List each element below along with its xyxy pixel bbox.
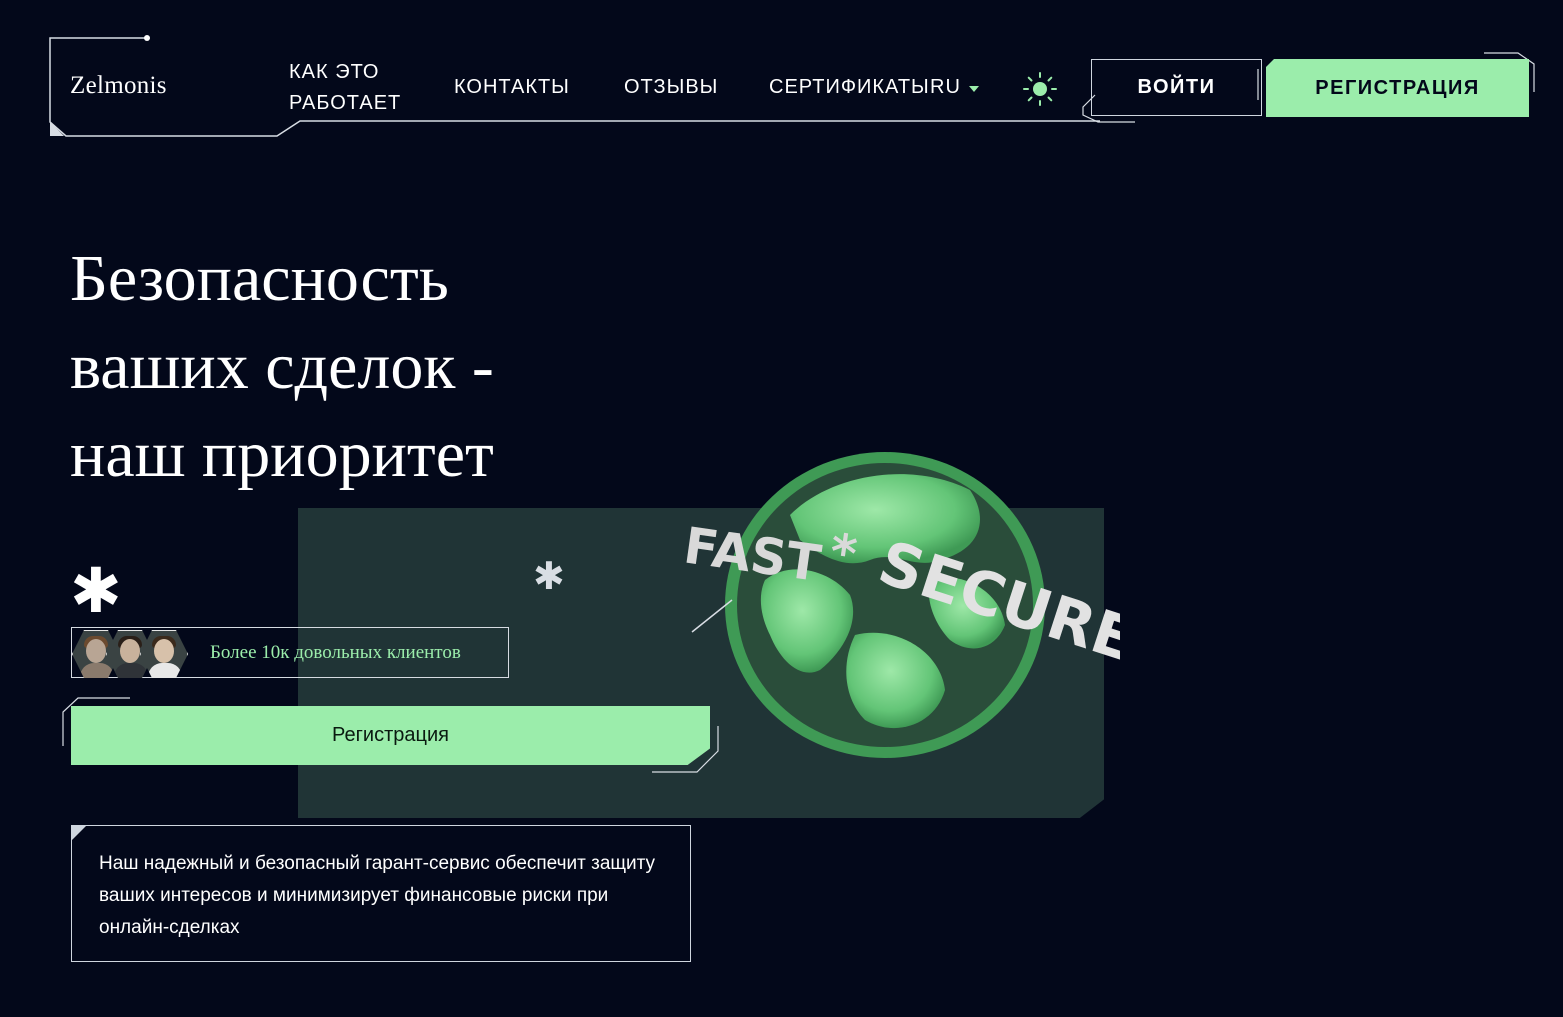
description-text: Наш надежный и безопасный гарант-сервис … <box>99 853 656 938</box>
register-cta-button[interactable]: Регистрация <box>71 706 710 765</box>
login-button[interactable]: ВОЙТИ <box>1091 59 1262 116</box>
language-label: RU <box>930 76 961 98</box>
description-box: Наш надежный и безопасный гарант-сервис … <box>71 825 691 962</box>
asterisk-decoration: ✱ <box>70 554 122 627</box>
nav-certificates[interactable]: СЕРТИФИКАТЫ <box>769 72 930 103</box>
clients-badge: Более 10к довольных клиентов <box>71 627 509 678</box>
avatar <box>140 630 188 678</box>
globe-illustration: FAST * SECURE <box>680 452 1120 758</box>
clients-count-text: Более 10к довольных клиентов <box>210 642 461 663</box>
chevron-down-icon <box>968 85 979 92</box>
nav-contacts[interactable]: КОНТАКТЫ <box>454 72 570 103</box>
nav-how-it-works[interactable]: КАК ЭТО РАБОТАЕТ <box>289 57 419 119</box>
asterisk-decoration-small: ✱ <box>533 554 565 598</box>
logo[interactable]: Zelmonis <box>70 72 167 100</box>
corner-decoration <box>72 826 86 840</box>
hero-title: Безопасность ваших сделок - наш приорите… <box>70 242 494 491</box>
register-button-header[interactable]: РЕГИСТРАЦИЯ <box>1266 59 1529 117</box>
language-selector[interactable]: RU <box>930 72 979 103</box>
sun-icon[interactable] <box>1022 71 1058 107</box>
nav-reviews[interactable]: ОТЗЫВЫ <box>624 72 718 103</box>
